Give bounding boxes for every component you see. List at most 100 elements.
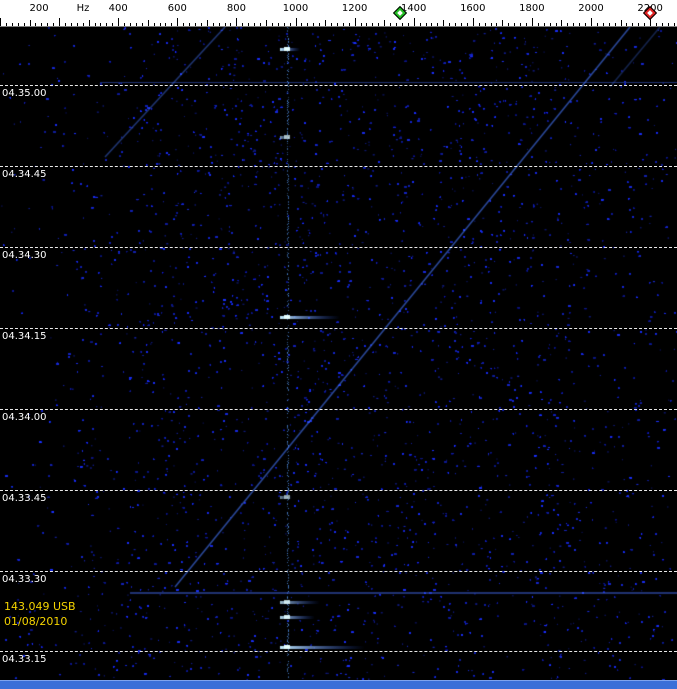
scale-tick <box>260 23 261 26</box>
scale-tick <box>278 23 279 26</box>
scale-label-2000: 2000 <box>578 3 604 14</box>
scale-tick <box>561 20 562 26</box>
scale-tick <box>236 18 237 26</box>
scale-tick <box>47 23 48 26</box>
scale-tick <box>443 20 444 26</box>
scale-tick <box>325 20 326 26</box>
scale-tick <box>662 23 663 26</box>
scale-tick <box>343 23 344 26</box>
scale-tick <box>621 20 622 26</box>
scale-tick <box>396 23 397 26</box>
scale-tick <box>615 23 616 26</box>
scale-tick <box>603 23 604 26</box>
scale-unit-label: Hz <box>76 3 90 14</box>
timestamp-gridline <box>0 651 677 652</box>
scale-tick <box>402 23 403 26</box>
timestamp-gridline <box>0 166 677 167</box>
scale-tick <box>532 18 533 26</box>
spectrogram-canvas <box>0 27 677 680</box>
scale-tick <box>106 23 107 26</box>
scale-label-400: 400 <box>108 3 128 14</box>
scale-tick <box>544 23 545 26</box>
scale-tick <box>597 23 598 26</box>
scale-tick <box>201 23 202 26</box>
timestamp-gridline <box>0 247 677 248</box>
scale-tick <box>632 23 633 26</box>
scale-tick <box>77 23 78 26</box>
frequency-scale[interactable]: Hz 2004006008001000120014001600180020002… <box>0 0 677 27</box>
scale-tick <box>124 23 125 26</box>
scale-tick <box>100 23 101 26</box>
scale-tick <box>526 23 527 26</box>
scale-tick <box>378 23 379 26</box>
scale-tick <box>230 23 231 26</box>
scale-tick <box>284 23 285 26</box>
scale-tick <box>467 23 468 26</box>
scale-label-600: 600 <box>167 3 187 14</box>
timestamp-gridline <box>0 571 677 572</box>
scale-tick <box>609 23 610 26</box>
scale-tick <box>638 23 639 26</box>
scale-tick <box>71 23 72 26</box>
scale-tick <box>95 23 96 26</box>
scale-tick <box>337 23 338 26</box>
scale-tick <box>41 23 42 26</box>
scale-tick <box>461 23 462 26</box>
scale-tick <box>213 23 214 26</box>
waterfall-display[interactable]: 04.35.00 04.34.45 04.34.30 04.34.15 04.34.00… <box>0 27 677 680</box>
scale-tick <box>473 18 474 26</box>
scale-tick <box>219 23 220 26</box>
scale-tick <box>301 23 302 26</box>
timestamp-label: 04.33.15 <box>2 654 47 665</box>
scale-tick <box>65 23 66 26</box>
scale-tick <box>361 23 362 26</box>
scale-tick <box>550 23 551 26</box>
scale-tick <box>266 20 267 26</box>
timestamp-label: 04.33.45 <box>2 493 47 504</box>
scale-tick <box>431 23 432 26</box>
timestamp-gridline <box>0 490 677 491</box>
timestamp-gridline <box>0 328 677 329</box>
scale-label-1000: 1000 <box>282 3 309 14</box>
scale-label-800: 800 <box>226 3 246 14</box>
scale-tick <box>319 23 320 26</box>
scale-tick <box>514 23 515 26</box>
scale-tick <box>331 23 332 26</box>
scale-tick <box>496 23 497 26</box>
timestamp-label: 04.34.15 <box>2 331 47 342</box>
scale-tick <box>254 23 255 26</box>
date-label: 01/08/2010 <box>4 615 68 628</box>
scale-tick <box>502 20 503 26</box>
scale-tick <box>668 23 669 26</box>
timestamp-gridline <box>0 409 677 410</box>
scale-tick <box>0 18 1 26</box>
scale-tick <box>53 23 54 26</box>
scale-tick <box>585 23 586 26</box>
scale-tick <box>349 23 350 26</box>
scale-tick <box>177 18 178 26</box>
scale-tick <box>408 23 409 26</box>
timestamp-label: 04.34.00 <box>2 412 47 423</box>
scale-tick <box>449 23 450 26</box>
scale-tick <box>24 23 25 26</box>
scale-tick <box>30 20 31 26</box>
scale-tick <box>83 23 84 26</box>
scale-tick <box>307 23 308 26</box>
scale-tick <box>644 23 645 26</box>
scale-tick <box>656 23 657 26</box>
scale-tick <box>12 23 13 26</box>
scale-tick <box>130 23 131 26</box>
scale-tick <box>455 23 456 26</box>
scale-tick <box>390 23 391 26</box>
scale-tick <box>485 23 486 26</box>
scale-tick <box>355 18 356 26</box>
scale-tick <box>420 23 421 26</box>
scale-tick <box>165 23 166 26</box>
scale-tick <box>207 20 208 26</box>
scale-tick <box>579 23 580 26</box>
timestamp-label: 04.33.30 <box>2 574 47 585</box>
scale-tick <box>626 23 627 26</box>
scale-tick <box>272 23 273 26</box>
scale-tick <box>508 23 509 26</box>
scale-tick <box>142 23 143 26</box>
